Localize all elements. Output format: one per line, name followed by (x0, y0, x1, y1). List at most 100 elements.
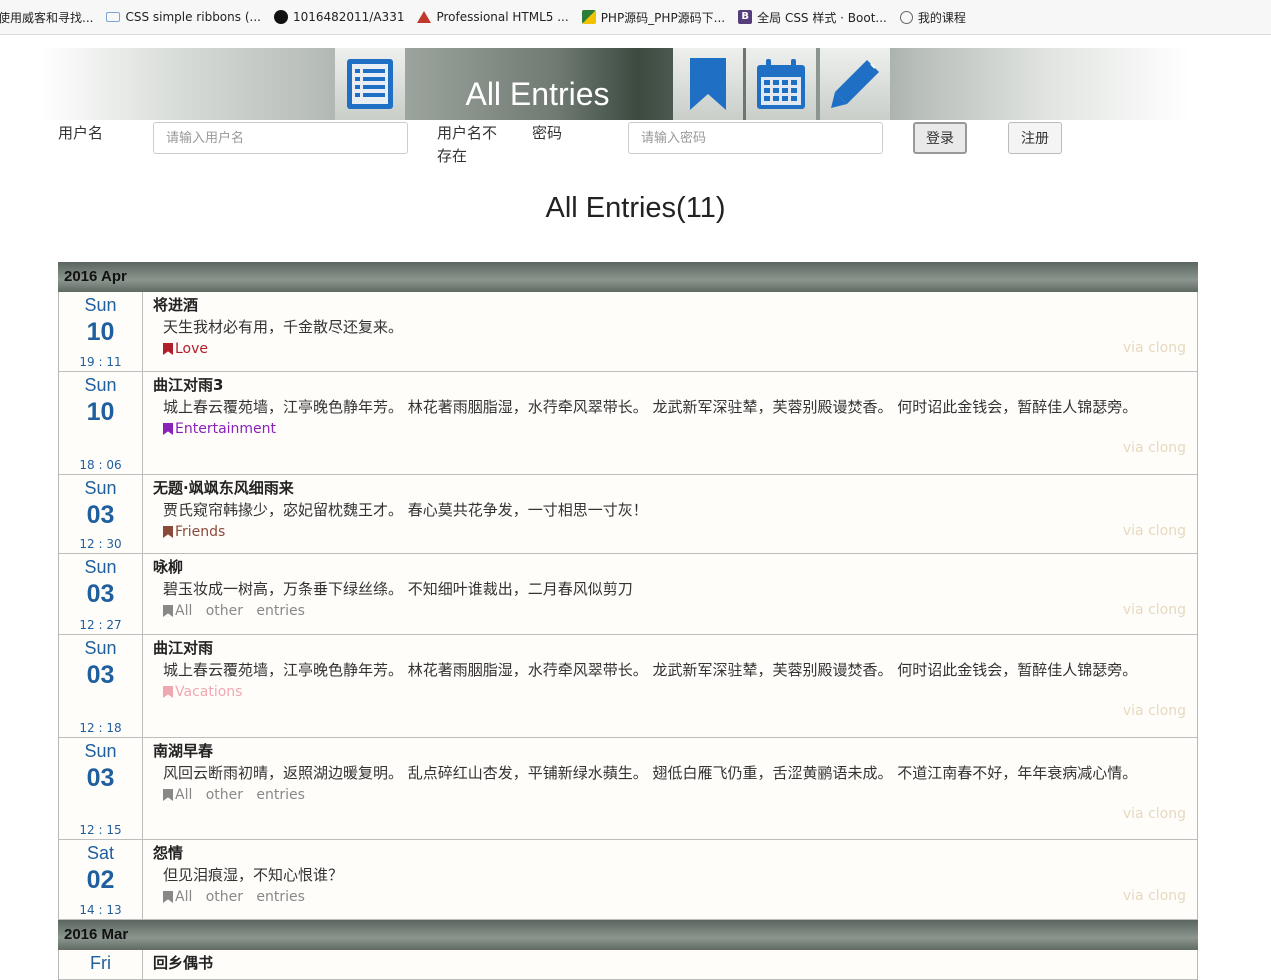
entry-day: 03 (86, 764, 115, 792)
entry-body: 南湖早春风回云断雨初晴，返照湖边暖复明。 乱点碎红山杏发，平铺新绿水蘋生。 翅低… (143, 738, 1197, 839)
entry-time: 18 : 06 (79, 458, 122, 472)
username-label: 用户名 (58, 124, 104, 142)
entry-tag[interactable]: Entertainment (153, 421, 1185, 437)
entry-tag-label: Love (175, 341, 209, 357)
github-icon (273, 10, 288, 24)
bookmarks-bar: 使用威客和寻找... CSS simple ribbons (... 1016482… (0, 0, 1271, 35)
flag-icon (163, 789, 173, 801)
month-header: 2016 Apr (58, 262, 1198, 292)
entry-row[interactable]: Fri 回乡偶书 (58, 950, 1198, 980)
entry-row[interactable]: Sat 02 14 : 13 怨情但见泪痕湿，不知心恨谁？ All other entr… (58, 840, 1198, 920)
calendar-button[interactable] (746, 48, 816, 120)
username-input[interactable] (153, 122, 408, 154)
entry-time: 12 : 27 (79, 618, 122, 632)
entry-title[interactable]: 回乡偶书 (153, 952, 1185, 974)
entry-tag[interactable]: Vacations (153, 684, 1185, 700)
bookmark-label: 使用威客和寻找... (0, 10, 94, 25)
entry-time: 12 : 15 (79, 823, 122, 837)
entry-text: 碧玉妆成一树高，万条垂下绿丝绦。 不知细叶谁裁出，二月春风似剪刀 (163, 580, 633, 598)
entry-tag-label: All other entries (175, 787, 305, 803)
bookmark-item[interactable]: 使用威客和寻找... (0, 9, 93, 26)
cloud-icon (106, 12, 121, 22)
entry-text: 风回云断雨初晴，返照湖边暖复明。 乱点碎红山杏发，平铺新绿水蘋生。 翅低白雁飞仍… (163, 764, 1138, 782)
entry-body: 怨情但见泪痕湿，不知心恨谁？ All other entries via clong (143, 840, 1197, 919)
entry-row[interactable]: Sun 10 18 : 06 曲江对雨3 城上春云覆苑墙，江亭晚色静年芳。 林花著雨胭脂… (58, 372, 1198, 475)
entry-day: 03 (86, 580, 115, 608)
entry-text: 但见泪痕湿，不知心恨谁？ (163, 866, 344, 884)
entry-tag[interactable]: Love (153, 341, 1185, 357)
entry-day: 03 (86, 661, 115, 689)
entry-tag[interactable]: All other entries (153, 603, 1185, 619)
bookmark-label: CSS simple ribbons (... (125, 10, 261, 24)
bookmark-item[interactable]: PHP源码_PHP源码下... (581, 9, 725, 26)
entry-tag[interactable]: All other entries (153, 787, 1185, 803)
login-button[interactable]: 登录 (913, 122, 967, 154)
entry-weekday: Sun (84, 375, 117, 395)
bookmark-item[interactable]: B 全局 CSS 样式 · Boot... (738, 9, 887, 26)
month-header: 2016 Mar (58, 920, 1198, 950)
entry-body: 曲江对雨 城上春云覆苑墙，江亭晚色静年芳。 林花著雨胭脂湿，水荇牵风翠带长。 龙武… (143, 635, 1197, 737)
write-entry-button[interactable] (820, 48, 890, 120)
bookmark-item[interactable]: Professional HTML5 ... (417, 10, 569, 24)
entry-date: Sun 10 19 : 11 (59, 292, 143, 371)
password-input[interactable] (628, 122, 883, 154)
entry-date: Sun 03 12 : 15 (59, 738, 143, 839)
entry-title[interactable]: 咏柳 (153, 556, 1185, 578)
entry-tag-label: All other entries (175, 603, 305, 619)
entry-text: 天生我材必有用，千金散尽还复来。 (163, 318, 404, 336)
entry-tag[interactable]: Friends (153, 524, 1185, 540)
header-title: All Entries (465, 75, 610, 112)
entry-time: 14 : 13 (79, 903, 122, 917)
entry-day: 10 (86, 398, 115, 426)
entry-title[interactable]: 将进酒 (153, 294, 1185, 316)
entry-title[interactable]: 无题·飒飒东风细雨来 (153, 477, 1185, 499)
entry-row[interactable]: Sun 03 12 : 15 南湖早春风回云断雨初晴，返照湖边暖复明。 乱点碎红山杏发… (58, 738, 1198, 840)
entry-title[interactable]: 曲江对雨3 (153, 374, 1185, 396)
flag-icon (163, 423, 173, 435)
bookmark-label: 我的课程 (917, 10, 966, 25)
entry-date: Sun 03 12 : 18 (59, 635, 143, 737)
bookmark-label: Professional HTML5 ... (436, 10, 569, 24)
entry-author: via clong (1122, 340, 1186, 356)
entry-weekday: Sun (84, 478, 117, 498)
entry-row[interactable]: Sun 03 12 : 27 咏柳 碧玉妆成一树高，万条垂下绿丝绦。 不知细叶谁裁出，二… (58, 554, 1198, 635)
entry-weekday: Sat (86, 843, 115, 863)
pencil-icon (831, 60, 879, 108)
entry-body: 曲江对雨3 城上春云覆苑墙，江亭晚色静年芳。 林花著雨胭脂湿，水荇牵风翠带长。 龙… (143, 372, 1197, 474)
entry-tag-label: Friends (175, 524, 226, 540)
globe-icon (899, 10, 913, 24)
bookmark-item[interactable]: CSS simple ribbons (... (106, 10, 261, 24)
entry-title[interactable]: 怨情 (153, 842, 1185, 864)
entries-list-button[interactable] (335, 48, 405, 120)
register-button[interactable]: 注册 (1008, 122, 1062, 154)
bookmark-item[interactable]: 1016482011/A331 (273, 10, 404, 24)
entry-time: 19 : 11 (79, 355, 122, 369)
entry-title[interactable]: 曲江对雨 (153, 637, 1185, 659)
entry-weekday: Fri (90, 953, 111, 973)
entry-title[interactable]: 南湖早春 (153, 740, 1185, 762)
entry-row[interactable]: Sun 03 12 : 30 无题·飒飒东风细雨来 贾氏窥帘韩掾少，宓妃留枕魏王才。 春… (58, 475, 1198, 554)
entry-body: 咏柳碧玉妆成一树高，万条垂下绿丝绦。 不知细叶谁裁出，二月春风似剪刀 All ot… (143, 554, 1197, 634)
calendar-icon (757, 59, 805, 109)
flag-icon (163, 605, 173, 617)
php-icon (581, 10, 596, 24)
bookmarks-button[interactable] (673, 48, 743, 120)
entry-author: via clong (1122, 703, 1186, 719)
entry-tag[interactable]: All other entries (153, 889, 1185, 905)
entry-row[interactable]: Sun 03 12 : 18 曲江对雨 城上春云覆苑墙，江亭晚色静年芳。 林花著雨胭脂湿… (58, 635, 1198, 738)
entry-time: 12 : 30 (79, 537, 122, 551)
entry-row[interactable]: Sun 10 19 : 11 将进酒天生我材必有用，千金散尽还复来。 Love via c… (58, 292, 1198, 372)
entry-author: via clong (1122, 888, 1186, 904)
entry-date: Fri (59, 950, 143, 979)
entry-body: 无题·飒飒东风细雨来 贾氏窥帘韩掾少，宓妃留枕魏王才。 春心莫共花争发，一寸相思一… (143, 475, 1197, 553)
entry-date: Sun 03 12 : 27 (59, 554, 143, 634)
entry-weekday: Sun (84, 741, 117, 761)
list-icon (347, 59, 393, 109)
entry-date: Sun 10 18 : 06 (59, 372, 143, 474)
entry-author: via clong (1122, 440, 1186, 456)
entry-day: 02 (86, 866, 115, 894)
entry-time: 12 : 18 (79, 721, 122, 735)
entry-author: via clong (1122, 806, 1186, 822)
triangle-logo-icon (417, 11, 432, 23)
bookmark-item[interactable]: 我的课程 (899, 9, 966, 26)
